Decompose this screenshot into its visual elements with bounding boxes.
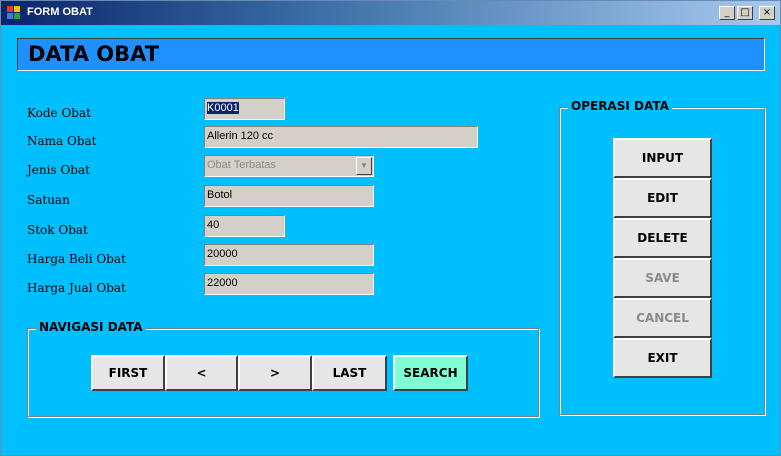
exit-button[interactable]: EXIT — [613, 338, 712, 378]
harga-jual-label: Harga Jual Obat — [27, 281, 126, 295]
kode-obat-value: K0001 — [207, 102, 239, 114]
kode-obat-label: Kode Obat — [27, 106, 91, 120]
kode-obat-input[interactable]: K0001 — [204, 98, 285, 120]
delete-button[interactable]: DELETE — [613, 218, 712, 258]
last-button[interactable]: LAST — [312, 355, 387, 391]
page-header: DATA OBAT — [17, 38, 765, 71]
edit-button[interactable]: EDIT — [613, 178, 712, 218]
nama-obat-input[interactable]: Allerin 120 cc — [204, 126, 478, 148]
maximize-button[interactable]: □ — [737, 6, 753, 20]
satuan-label: Satuan — [27, 193, 70, 207]
stok-obat-input[interactable]: 40 — [204, 215, 285, 237]
harga-beli-label: Harga Beli Obat — [27, 252, 126, 266]
cancel-button[interactable]: CANCEL — [613, 298, 712, 338]
prev-button[interactable]: < — [165, 355, 238, 391]
window-title: FORM OBAT — [27, 6, 93, 18]
minimize-button[interactable]: _ — [719, 6, 735, 20]
jenis-obat-label: Jenis Obat — [27, 163, 90, 177]
title-bar[interactable]: FORM OBAT _ □ × — [1, 1, 780, 25]
stok-obat-label: Stok Obat — [27, 223, 88, 237]
first-button[interactable]: FIRST — [91, 355, 165, 391]
save-button[interactable]: SAVE — [613, 258, 712, 298]
navigasi-data-title: NAVIGASI DATA — [36, 320, 146, 334]
input-button[interactable]: INPUT — [613, 138, 712, 178]
app-icon — [7, 6, 21, 20]
jenis-obat-select[interactable]: Obat Terbatas ▼ — [204, 155, 374, 177]
form-obat-window: FORM OBAT _ □ × DATA OBAT Kode Obat Nama… — [0, 0, 781, 456]
satuan-input[interactable]: Botol — [204, 185, 374, 207]
nama-obat-label: Nama Obat — [27, 134, 97, 148]
search-button[interactable]: SEARCH — [393, 355, 468, 391]
chevron-down-icon[interactable]: ▼ — [356, 157, 372, 175]
next-button[interactable]: > — [238, 355, 312, 391]
page-title: DATA OBAT — [28, 42, 160, 66]
close-button[interactable]: × — [759, 6, 775, 20]
harga-jual-input[interactable]: 22000 — [204, 273, 374, 295]
harga-beli-input[interactable]: 20000 — [204, 244, 374, 266]
operasi-data-title: OPERASI DATA — [568, 99, 672, 113]
jenis-obat-value: Obat Terbatas — [207, 159, 276, 171]
